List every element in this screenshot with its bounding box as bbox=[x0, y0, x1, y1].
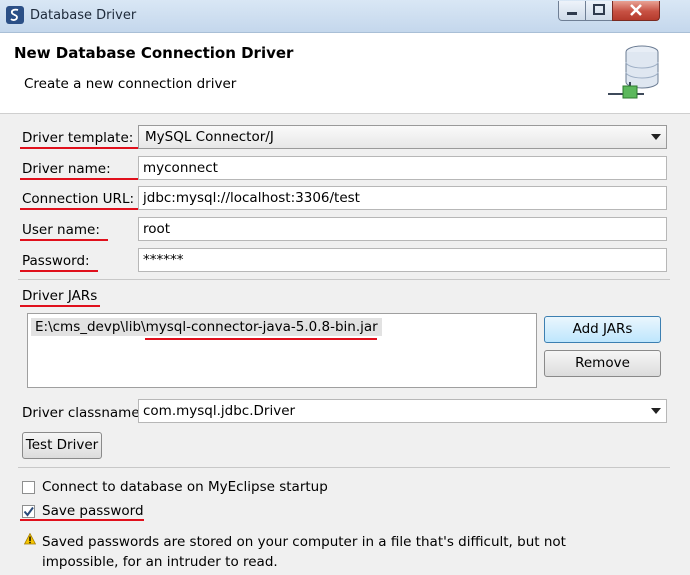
chevron-down-icon bbox=[651, 408, 661, 414]
annotation-underline bbox=[20, 270, 98, 272]
app-icon bbox=[6, 6, 24, 24]
connect-startup-label[interactable]: Connect to database on MyEclipse startup bbox=[42, 479, 328, 495]
separator bbox=[18, 279, 670, 280]
save-password-checkbox[interactable] bbox=[22, 505, 35, 518]
list-item[interactable]: E:\cms_devp\lib\mysql-connector-java-5.0… bbox=[31, 318, 382, 336]
maximize-button[interactable] bbox=[585, 1, 613, 21]
driver-jars-list[interactable]: E:\cms_devp\lib\mysql-connector-java-5.0… bbox=[27, 313, 537, 388]
user-name-input[interactable]: root bbox=[138, 217, 667, 241]
minimize-button[interactable] bbox=[558, 1, 586, 21]
driver-name-label: Driver name: bbox=[22, 161, 111, 177]
checkmark-icon bbox=[23, 506, 34, 517]
close-button[interactable] bbox=[612, 1, 660, 21]
driver-classname-combo[interactable]: com.mysql.jdbc.Driver bbox=[138, 399, 667, 423]
page-description: Create a new connection driver bbox=[24, 76, 237, 92]
maximize-icon bbox=[593, 4, 605, 15]
password-label: Password: bbox=[22, 253, 90, 269]
driver-template-select[interactable]: MySQL Connector/J bbox=[138, 125, 667, 149]
connection-url-label: Connection URL: bbox=[22, 191, 135, 207]
annotation-underline bbox=[20, 519, 144, 521]
window-title: Database Driver bbox=[30, 8, 137, 23]
user-name-label: User name: bbox=[22, 222, 100, 238]
password-warning-text: Saved passwords are stored on your compu… bbox=[42, 534, 566, 570]
connection-url-input[interactable]: jdbc:mysql://localhost:3306/test bbox=[138, 186, 667, 210]
close-icon bbox=[630, 4, 642, 16]
driver-jars-label: Driver JARs bbox=[22, 288, 98, 304]
driver-classname-value: com.mysql.jdbc.Driver bbox=[143, 403, 296, 419]
warning-icon bbox=[24, 533, 36, 545]
add-jars-button[interactable]: Add JARs bbox=[544, 316, 661, 343]
page-title: New Database Connection Driver bbox=[14, 44, 294, 62]
driver-classname-label: Driver classname: bbox=[22, 405, 145, 421]
annotation-underline bbox=[20, 239, 108, 241]
minimize-icon bbox=[567, 12, 577, 15]
annotation-underline bbox=[20, 305, 100, 307]
annotation-underline bbox=[20, 208, 142, 210]
driver-name-input[interactable]: myconnect bbox=[138, 156, 667, 180]
remove-jar-button[interactable]: Remove bbox=[544, 350, 661, 377]
driver-template-value: MySQL Connector/J bbox=[145, 129, 274, 145]
annotation-underline bbox=[20, 178, 138, 180]
password-input[interactable]: ****** bbox=[138, 248, 667, 272]
test-driver-button[interactable]: Test Driver bbox=[22, 432, 102, 459]
annotation-underline bbox=[145, 338, 377, 340]
chevron-down-icon bbox=[651, 134, 661, 140]
annotation-underline bbox=[20, 147, 138, 149]
database-icon bbox=[608, 45, 659, 99]
separator bbox=[18, 467, 670, 468]
save-password-label[interactable]: Save password bbox=[42, 503, 144, 519]
connect-startup-checkbox[interactable] bbox=[22, 481, 35, 494]
driver-template-label: Driver template: bbox=[22, 130, 134, 146]
